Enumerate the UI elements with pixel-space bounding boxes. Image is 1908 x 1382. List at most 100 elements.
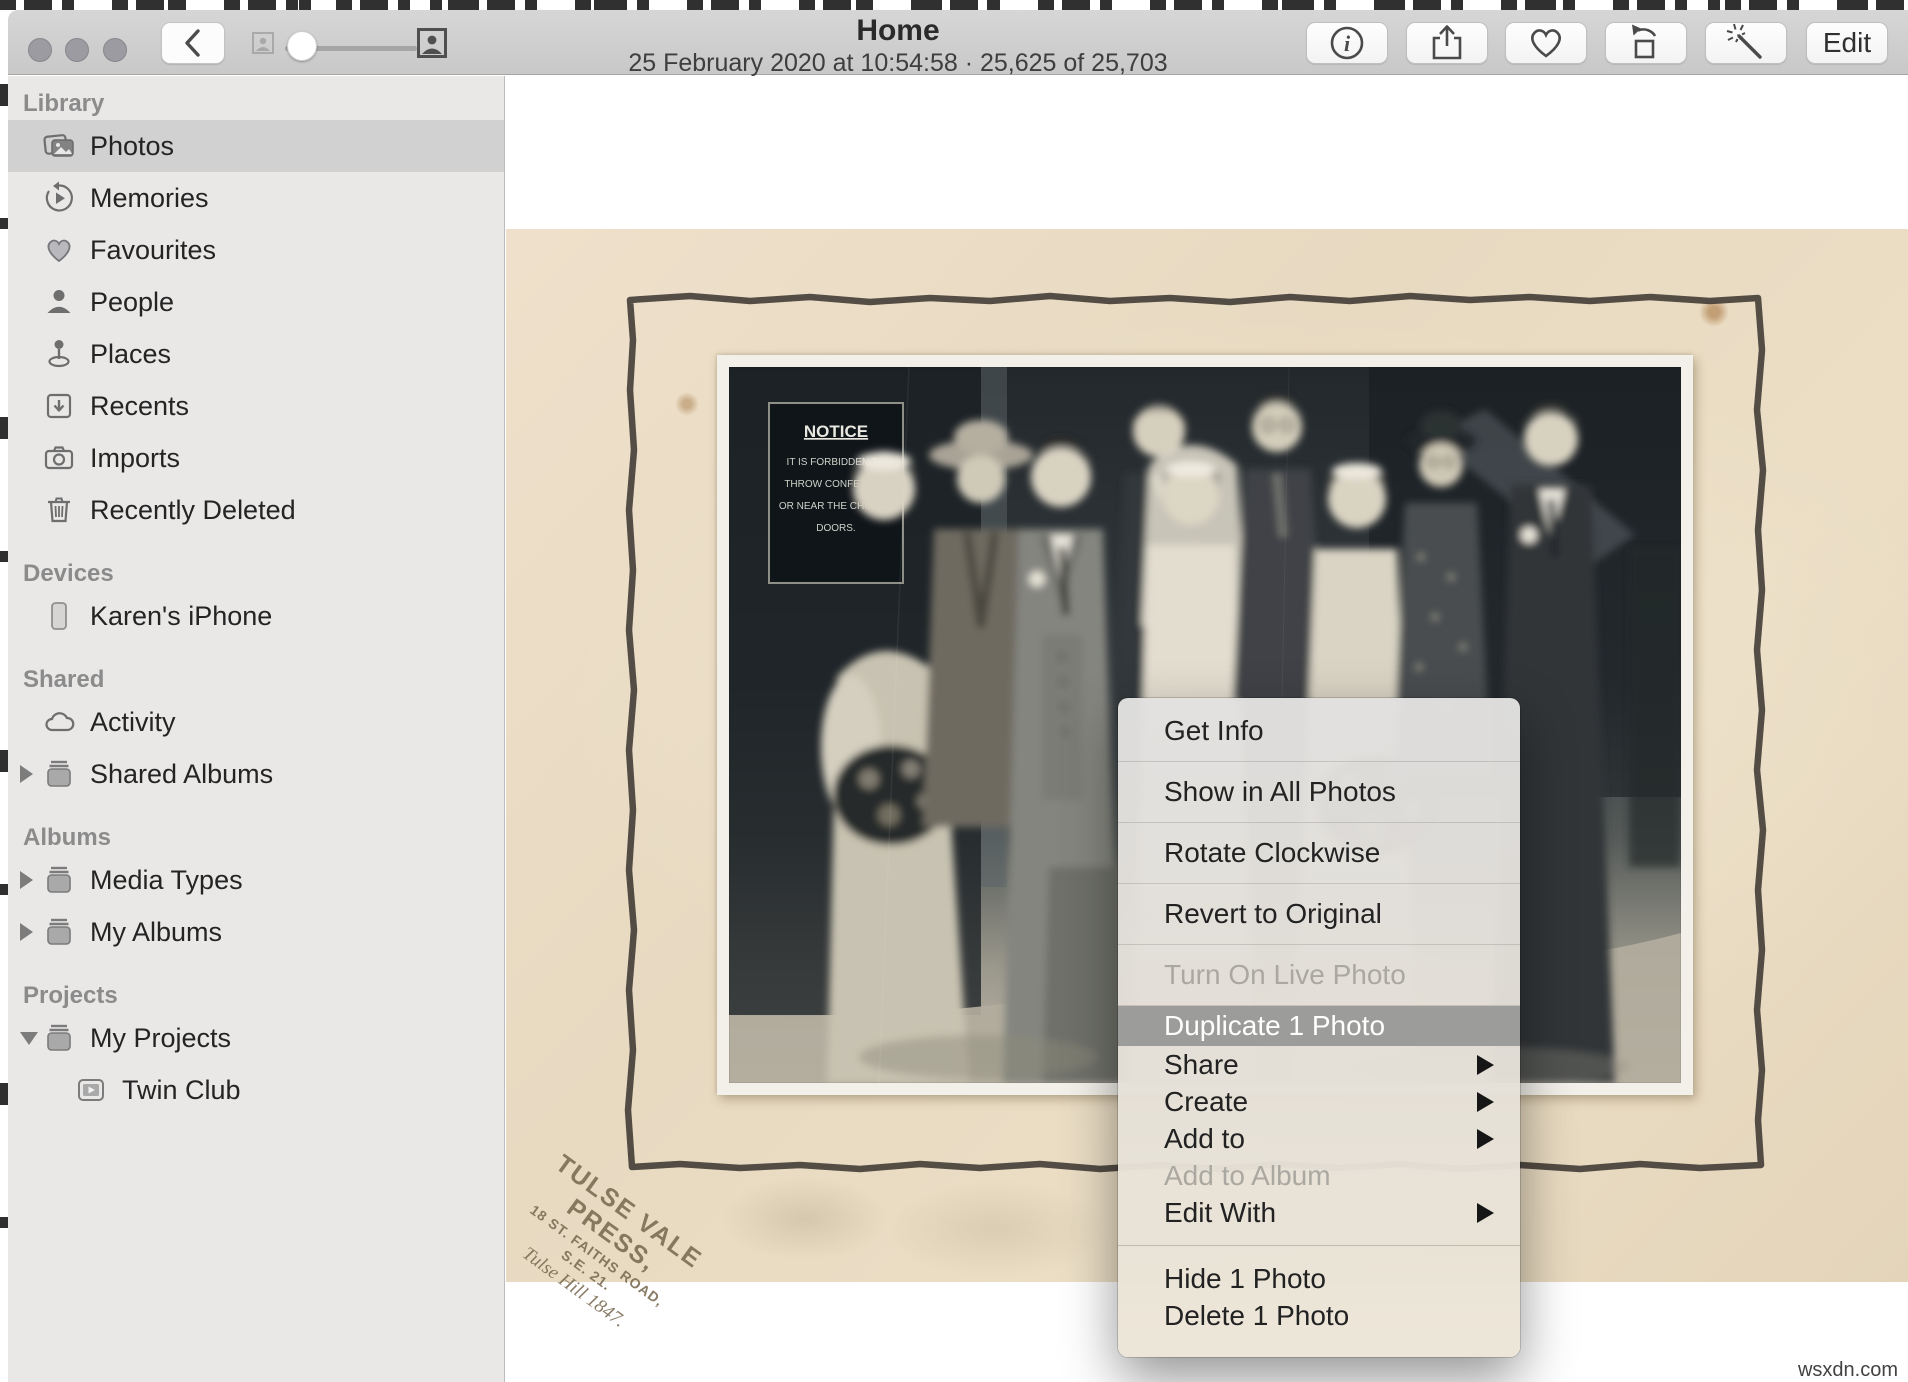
heart-icon (42, 233, 76, 267)
album-stack-icon (42, 915, 76, 949)
auto-enhance-button[interactable] (1705, 22, 1787, 64)
sidebar-header-albums: Albums (8, 818, 504, 854)
menu-separator (1118, 1245, 1520, 1246)
back-button[interactable] (161, 22, 225, 64)
share-button[interactable] (1406, 22, 1488, 64)
disclosure-triangle-collapsed[interactable] (20, 871, 33, 889)
menu-item-add-to[interactable]: Add to (1118, 1120, 1520, 1157)
toolbar: Home 25 February 2020 at 10:54:58 · 25,6… (8, 10, 1908, 75)
sidebar-item-label: My Projects (90, 1023, 231, 1054)
camera-icon (42, 441, 76, 475)
photos-icon (42, 129, 76, 163)
sidebar-item-label: Activity (90, 707, 176, 738)
sidebar: Library Photos Memories (8, 76, 505, 1382)
sidebar-item-places[interactable]: Places (8, 328, 504, 380)
person-icon (42, 285, 76, 319)
favourite-button[interactable] (1505, 22, 1587, 64)
recents-icon (42, 389, 76, 423)
sidebar-item-label: Imports (90, 443, 180, 474)
menu-item-get-info[interactable]: Get Info (1118, 701, 1520, 762)
sidebar-item-shared-albums[interactable]: Shared Albums (8, 748, 504, 800)
menu-item-hide-1-photo[interactable]: Hide 1 Photo (1118, 1260, 1520, 1297)
window-minimize-button[interactable] (65, 38, 89, 62)
menu-item-turn-on-live-photo[interactable]: Turn On Live Photo (1118, 945, 1520, 1006)
menu-item-delete-1-photo[interactable]: Delete 1 Photo (1118, 1297, 1520, 1334)
sidebar-item-label: Photos (90, 131, 174, 162)
sidebar-item-my-projects[interactable]: My Projects (8, 1012, 504, 1064)
notice-sign-title: NOTICE (804, 422, 868, 441)
zoom-slider-knob[interactable] (287, 31, 317, 61)
album-stack-icon (42, 1021, 76, 1055)
info-button[interactable]: i (1306, 22, 1388, 64)
clipped-background-left-strip (0, 10, 8, 1382)
iphone-icon (42, 599, 76, 633)
zoom-small-thumbnail-icon (252, 32, 274, 54)
sidebar-item-label: Places (90, 339, 171, 370)
menu-item-revert-to-original[interactable]: Revert to Original (1118, 884, 1520, 945)
album-stack-icon (42, 757, 76, 791)
window-zoom-button[interactable] (103, 38, 127, 62)
photo-date-and-count: 25 February 2020 at 10:54:58 · 25,625 of… (508, 49, 1288, 77)
watermark: wsxdn.com (1798, 1359, 1898, 1382)
sidebar-item-label: Recents (90, 391, 189, 422)
sidebar-item-karens-iphone[interactable]: Karen's iPhone (8, 590, 504, 642)
page-title: Home (508, 14, 1288, 48)
sidebar-item-photos[interactable]: Photos (8, 120, 504, 172)
trash-icon (42, 493, 76, 527)
memories-icon (42, 181, 76, 215)
context-menu: Get Info Show in All Photos Rotate Clock… (1118, 698, 1520, 1357)
sidebar-item-recently-deleted[interactable]: Recently Deleted (8, 484, 504, 536)
sidebar-item-my-albums[interactable]: My Albums (8, 906, 504, 958)
share-icon (1425, 21, 1469, 65)
sidebar-item-activity[interactable]: Activity (8, 696, 504, 748)
sidebar-item-memories[interactable]: Memories (8, 172, 504, 224)
sidebar-item-imports[interactable]: Imports (8, 432, 504, 484)
menu-item-add-to-album[interactable]: Add to Album (1118, 1157, 1520, 1194)
disclosure-triangle-collapsed[interactable] (20, 923, 33, 941)
rotate-icon (1624, 21, 1668, 65)
menu-item-share[interactable]: Share (1118, 1046, 1520, 1083)
sidebar-header-shared: Shared (8, 660, 504, 696)
map-pin-icon (42, 337, 76, 371)
heart-icon (1524, 21, 1568, 65)
titlebar: Home 25 February 2020 at 10:54:58 · 25,6… (508, 14, 1288, 77)
zoom-large-thumbnail-icon (417, 28, 447, 58)
sidebar-item-twin-club[interactable]: Twin Club (8, 1064, 504, 1116)
svg-text:DOORS.: DOORS. (816, 523, 855, 534)
sidebar-item-people[interactable]: People (8, 276, 504, 328)
svg-text:i: i (1344, 31, 1351, 56)
edit-button[interactable]: Edit (1806, 22, 1888, 64)
sidebar-item-label: My Albums (90, 917, 222, 948)
sidebar-item-label: Karen's iPhone (90, 601, 272, 632)
disclosure-triangle-expanded[interactable] (20, 1032, 38, 1045)
sidebar-header-projects: Projects (8, 976, 504, 1012)
clipped-background-headline (0, 0, 1908, 10)
slideshow-icon (74, 1073, 108, 1107)
sidebar-item-label: Media Types (90, 865, 243, 896)
menu-item-edit-with[interactable]: Edit With (1118, 1194, 1520, 1231)
sidebar-item-label: Recently Deleted (90, 495, 296, 526)
sidebar-item-label: People (90, 287, 174, 318)
info-icon: i (1325, 21, 1369, 65)
sidebar-item-favourites[interactable]: Favourites (8, 224, 504, 276)
sidebar-header-devices: Devices (8, 554, 504, 590)
rotate-button[interactable] (1605, 22, 1687, 64)
sidebar-item-media-types[interactable]: Media Types (8, 854, 504, 906)
window-close-button[interactable] (28, 38, 52, 62)
photos-app-window: Home 25 February 2020 at 10:54:58 · 25,6… (8, 10, 1908, 1382)
menu-item-rotate-clockwise[interactable]: Rotate Clockwise (1118, 823, 1520, 884)
magic-wand-icon (1724, 21, 1768, 65)
sidebar-item-label: Shared Albums (90, 759, 273, 790)
chevron-left-icon (182, 28, 204, 58)
menu-item-create[interactable]: Create (1118, 1083, 1520, 1120)
sidebar-item-label: Twin Club (122, 1075, 241, 1106)
sidebar-item-recents[interactable]: Recents (8, 380, 504, 432)
sidebar-header-library: Library (8, 84, 504, 120)
screen: Home 25 February 2020 at 10:54:58 · 25,6… (0, 0, 1908, 1382)
sidebar-item-label: Favourites (90, 235, 216, 266)
menu-item-show-in-all-photos[interactable]: Show in All Photos (1118, 762, 1520, 823)
menu-item-duplicate-1-photo[interactable]: Duplicate 1 Photo (1118, 1006, 1520, 1046)
disclosure-triangle-collapsed[interactable] (20, 765, 33, 783)
cloud-icon (42, 705, 76, 739)
album-stack-icon (42, 863, 76, 897)
